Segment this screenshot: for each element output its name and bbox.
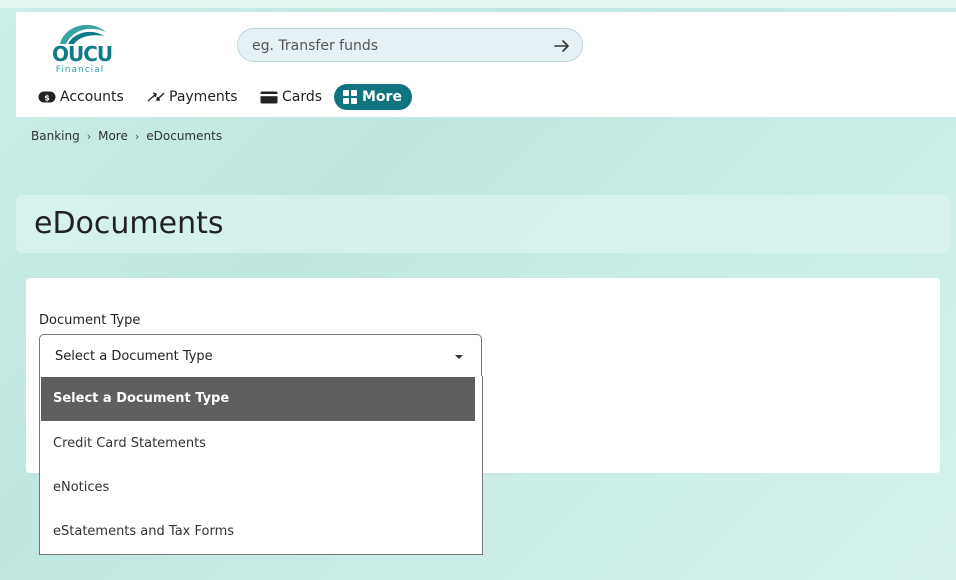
nav-label: More [362, 89, 402, 105]
title-bar: eDocuments [16, 195, 950, 253]
nav-label: Payments [169, 89, 238, 105]
grid-icon [342, 89, 358, 105]
logo[interactable]: OUCU Financial [52, 20, 113, 78]
svg-text:$: $ [44, 93, 50, 102]
card-icon [260, 91, 278, 104]
chevron-right-icon: › [86, 129, 92, 143]
dropdown-option[interactable]: eNotices [41, 466, 475, 510]
page-title: eDocuments [34, 206, 224, 241]
top-strip [0, 0, 956, 8]
chevron-right-icon: › [134, 129, 140, 143]
document-type-dropdown: Select a Document Type Credit Card State… [39, 376, 483, 555]
dropdown-option[interactable]: Select a Document Type [41, 377, 475, 421]
search-box[interactable] [237, 28, 583, 62]
search-input[interactable] [252, 35, 542, 57]
breadcrumb-item-banking[interactable]: Banking [31, 129, 80, 143]
dropdown-option[interactable]: Credit Card Statements [41, 422, 475, 466]
dollar-pill-icon: $ [38, 91, 56, 103]
caret-down-icon [455, 355, 463, 359]
nav-label: Cards [282, 89, 323, 105]
dropdown-option[interactable]: eStatements and Tax Forms [41, 510, 475, 554]
breadcrumb-item-more[interactable]: More [98, 129, 128, 143]
nav-item-payments[interactable]: Payments [147, 84, 238, 110]
nav-label: Accounts [60, 89, 124, 105]
select-value: Select a Document Type [55, 349, 213, 364]
breadcrumb-item-current: eDocuments [146, 129, 223, 143]
breadcrumb: Banking › More › eDocuments [31, 129, 222, 143]
logo-subtext: Financial [55, 65, 105, 75]
nav-item-more[interactable]: More [334, 84, 412, 110]
nav-item-cards[interactable]: Cards [260, 84, 322, 110]
document-type-select[interactable]: Select a Document Type [39, 334, 482, 378]
logo-text: OUCU [52, 42, 113, 66]
arrow-right-icon[interactable] [552, 36, 572, 56]
document-type-label: Document Type [39, 313, 141, 328]
header: OUCU Financial $ Accounts [16, 12, 956, 117]
transfer-arrows-icon [147, 89, 165, 105]
nav-item-accounts[interactable]: $ Accounts [38, 84, 124, 110]
